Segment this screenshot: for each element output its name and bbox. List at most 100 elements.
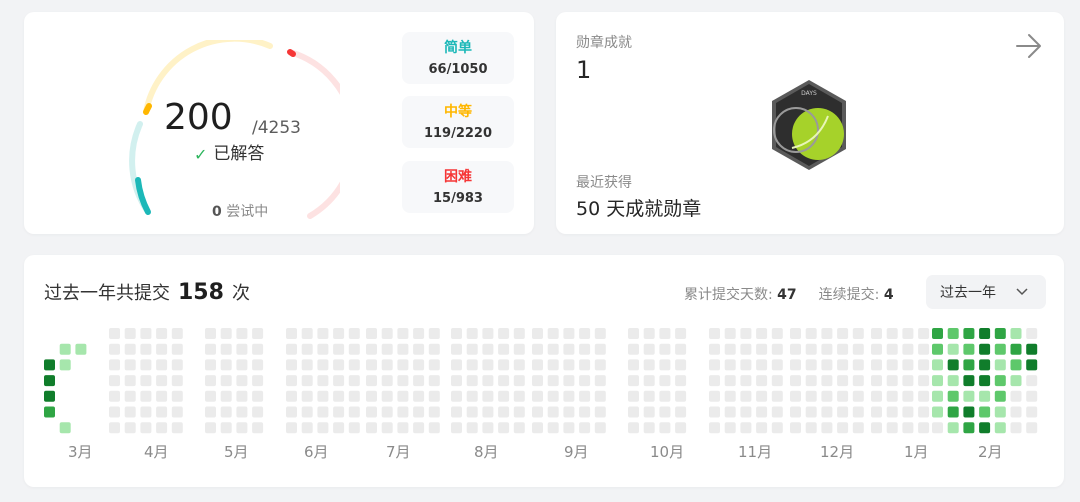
heatmap-cell[interactable] [994,375,1006,387]
heatmap-cell[interactable] [628,359,639,371]
heatmap-cell[interactable] [252,406,264,418]
heatmap-cell[interactable] [790,343,801,355]
heatmap-cell[interactable] [594,343,606,355]
heatmap-cell[interactable] [852,343,864,355]
heatmap-cell[interactable] [171,375,183,387]
heatmap-cell[interactable] [628,406,639,418]
heatmap-cell[interactable] [140,328,152,339]
heatmap-cell[interactable] [171,406,183,418]
heatmap-cell[interactable] [513,343,525,355]
heatmap-cell[interactable] [659,406,671,418]
heatmap-cell[interactable] [932,375,943,387]
heatmap-cell[interactable] [675,328,687,339]
heatmap-cell[interactable] [333,328,345,339]
heatmap-cell[interactable] [513,406,525,418]
heatmap-cell[interactable] [348,390,360,402]
heatmap-cell[interactable] [220,406,232,418]
badge-card[interactable]: 勋章成就 1 DAYS 最近获得 50 天成就勋章 [556,12,1064,234]
heatmap-cell[interactable] [171,359,183,371]
heatmap-cell[interactable] [381,390,393,402]
heatmap-cell[interactable] [871,390,882,402]
heatmap-cell[interactable] [428,406,440,418]
heatmap-cell[interactable] [156,390,168,402]
heatmap-cell[interactable] [156,343,168,355]
heatmap-cell[interactable] [805,422,817,434]
heatmap-cell[interactable] [220,328,232,339]
heatmap-cell[interactable] [156,328,168,339]
heatmap-cell[interactable] [428,390,440,402]
heatmap-cell[interactable] [756,375,768,387]
heatmap-cell[interactable] [579,359,591,371]
heatmap-cell[interactable] [963,406,975,418]
heatmap-cell[interactable] [837,328,849,339]
heatmap-cell[interactable] [947,359,959,371]
heatmap-cell[interactable] [709,375,720,387]
heatmap-cell[interactable] [643,359,655,371]
heatmap-cell[interactable] [236,406,248,418]
heatmap-cell[interactable] [124,328,136,339]
heatmap-cell[interactable] [675,343,687,355]
heatmap-cell[interactable] [852,328,864,339]
heatmap-cell[interactable] [381,343,393,355]
heatmap-cell[interactable] [286,390,297,402]
heatmap-cell[interactable] [366,375,377,387]
heatmap-cell[interactable] [724,422,736,434]
heatmap-cell[interactable] [171,343,183,355]
heatmap-cell[interactable] [236,328,248,339]
heatmap-cell[interactable] [659,422,671,434]
heatmap-cell[interactable] [301,359,313,371]
heatmap-cell[interactable] [918,359,930,371]
heatmap-cell[interactable] [932,359,943,371]
heatmap-cell[interactable] [886,390,898,402]
heatmap-cell[interactable] [252,422,264,434]
heatmap-cell[interactable] [317,328,329,339]
heatmap-cell[interactable] [482,406,494,418]
heatmap-cell[interactable] [740,390,752,402]
heatmap-cell[interactable] [886,375,898,387]
heatmap-cell[interactable] [252,343,264,355]
heatmap-cell[interactable] [236,375,248,387]
heatmap-cell[interactable] [513,328,525,339]
heatmap-cell[interactable] [397,359,409,371]
heatmap-cell[interactable] [286,343,297,355]
heatmap-cell[interactable] [317,422,329,434]
heatmap-cell[interactable] [724,390,736,402]
heatmap-cell[interactable] [740,422,752,434]
heatmap-cell[interactable] [659,328,671,339]
heatmap-cell[interactable] [918,422,930,434]
heatmap-cell[interactable] [109,406,120,418]
heatmap-cell[interactable] [482,343,494,355]
heatmap-cell[interactable] [871,375,882,387]
heatmap-cell[interactable] [821,390,833,402]
heatmap-cell[interactable] [947,328,959,339]
heatmap-cell[interactable] [932,422,943,434]
heatmap-cell[interactable] [109,328,120,339]
heatmap-cell[interactable] [837,390,849,402]
heatmap-cell[interactable] [220,390,232,402]
heatmap-cell[interactable] [594,422,606,434]
heatmap-cell[interactable] [1026,406,1038,418]
heatmap-cell[interactable] [740,375,752,387]
heatmap-cell[interactable] [397,406,409,418]
heatmap-cell[interactable] [790,406,801,418]
heatmap-cell[interactable] [301,390,313,402]
heatmap-cell[interactable] [252,359,264,371]
heatmap-cell[interactable] [220,343,232,355]
heatmap-cell[interactable] [1010,328,1022,339]
heatmap-cell[interactable] [947,390,959,402]
heatmap-cell[interactable] [547,422,559,434]
heatmap-cell[interactable] [918,328,930,339]
heatmap-cell[interactable] [628,328,639,339]
heatmap-cell[interactable] [451,328,462,339]
heatmap-cell[interactable] [498,406,510,418]
heatmap-cell[interactable] [821,343,833,355]
heatmap-cell[interactable] [628,343,639,355]
heatmap-cell[interactable] [140,343,152,355]
heatmap-cell[interactable] [979,328,991,339]
heatmap-cell[interactable] [563,375,575,387]
heatmap-cell[interactable] [994,343,1006,355]
heatmap-cell[interactable] [1026,328,1038,339]
heatmap-cell[interactable] [659,359,671,371]
heatmap-cell[interactable] [301,422,313,434]
heatmap-cell[interactable] [756,343,768,355]
